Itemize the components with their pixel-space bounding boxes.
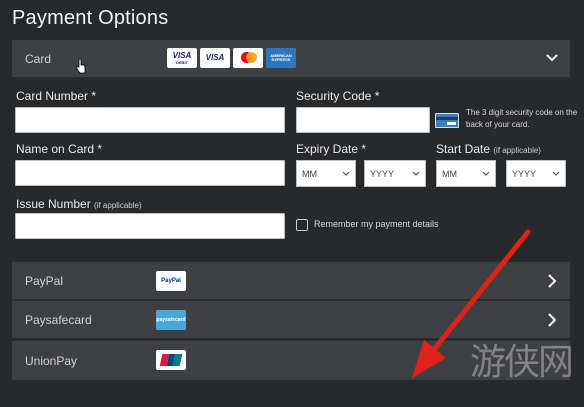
start-month-value: MM xyxy=(442,168,457,179)
american-express-logo-text: AMERICAN EXPRESS xyxy=(270,53,292,62)
chevron-right-icon[interactable] xyxy=(546,313,558,327)
security-code-input[interactable] xyxy=(296,107,430,133)
paypal-logo-text: PayPal xyxy=(161,278,181,284)
issue-number-input[interactable] xyxy=(15,213,285,239)
chevron-down-icon xyxy=(412,171,420,176)
chevron-down-icon xyxy=(552,171,560,176)
start-month-select[interactable]: MM xyxy=(436,160,496,187)
visa-debit-logo: VISA DEBIT xyxy=(167,48,197,68)
expiry-month-value: MM xyxy=(302,168,317,179)
visa-debit-logo-text: VISA xyxy=(172,50,192,60)
page-title: Payment Options xyxy=(12,7,169,29)
card-back-icon xyxy=(435,113,459,128)
watermark-logo: 游侠网 xyxy=(470,342,574,383)
security-code-label: Security Code * xyxy=(296,89,380,103)
unionpay-label: UnionPay xyxy=(25,353,78,368)
expiry-month-select[interactable]: MM xyxy=(296,160,356,187)
american-express-logo: AMERICAN EXPRESS xyxy=(266,48,296,68)
paysafecard-logo-text: paysafecard xyxy=(156,317,186,323)
card-number-input[interactable] xyxy=(15,107,285,133)
start-date-note: (if applicable) xyxy=(493,146,541,155)
name-on-card-label: Name on Card * xyxy=(16,142,103,156)
expiry-date-label: Expiry Date * xyxy=(296,142,367,156)
expiry-year-select[interactable]: YYYY xyxy=(364,160,426,187)
mouse-cursor-icon xyxy=(76,58,86,74)
paysafecard-logo: paysafecard xyxy=(156,310,186,330)
payment-option-paypal[interactable]: PayPal PayPal xyxy=(12,261,570,299)
issue-number-note: (if applicable) xyxy=(94,201,142,210)
paysafecard-label: Paysafecard xyxy=(25,312,92,327)
start-date-label: Start Date (if applicable) xyxy=(436,142,541,156)
issue-number-label-text: Issue Number xyxy=(16,197,91,211)
mastercard-logo xyxy=(233,48,263,68)
card-option-header[interactable]: Card VISA DEBIT VISA AMERICAN EXPRESS xyxy=(12,40,570,78)
paypal-label: PayPal xyxy=(25,273,64,288)
remember-payment-label[interactable]: Remember my payment details xyxy=(314,219,439,229)
name-on-card-input[interactable] xyxy=(15,160,285,186)
card-brand-logos: VISA DEBIT VISA AMERICAN EXPRESS xyxy=(167,48,296,68)
expiry-year-value: YYYY xyxy=(370,168,395,179)
chevron-down-icon[interactable] xyxy=(546,52,558,64)
remember-payment-checkbox[interactable] xyxy=(296,219,308,231)
security-code-help-text: The 3 digit security code on the back of… xyxy=(466,108,578,129)
card-number-label: Card Number * xyxy=(16,89,97,103)
chevron-down-icon xyxy=(482,171,490,176)
issue-number-label: Issue Number (if applicable) xyxy=(16,197,142,211)
paypal-logo: PayPal xyxy=(156,271,186,291)
start-date-label-text: Start Date xyxy=(436,142,491,156)
card-details-form: Card Number * Security Code * The 3 digi… xyxy=(12,79,577,259)
unionpay-logo xyxy=(156,350,186,370)
chevron-right-icon[interactable] xyxy=(546,274,558,288)
visa-logo-text: VISA xyxy=(205,53,225,62)
chevron-down-icon xyxy=(342,171,350,176)
start-year-select[interactable]: YYYY xyxy=(506,160,566,187)
card-option-label: Card xyxy=(25,51,52,66)
visa-debit-logo-subtext: DEBIT xyxy=(176,59,188,65)
visa-logo: VISA xyxy=(200,48,230,68)
start-year-value: YYYY xyxy=(512,168,537,179)
